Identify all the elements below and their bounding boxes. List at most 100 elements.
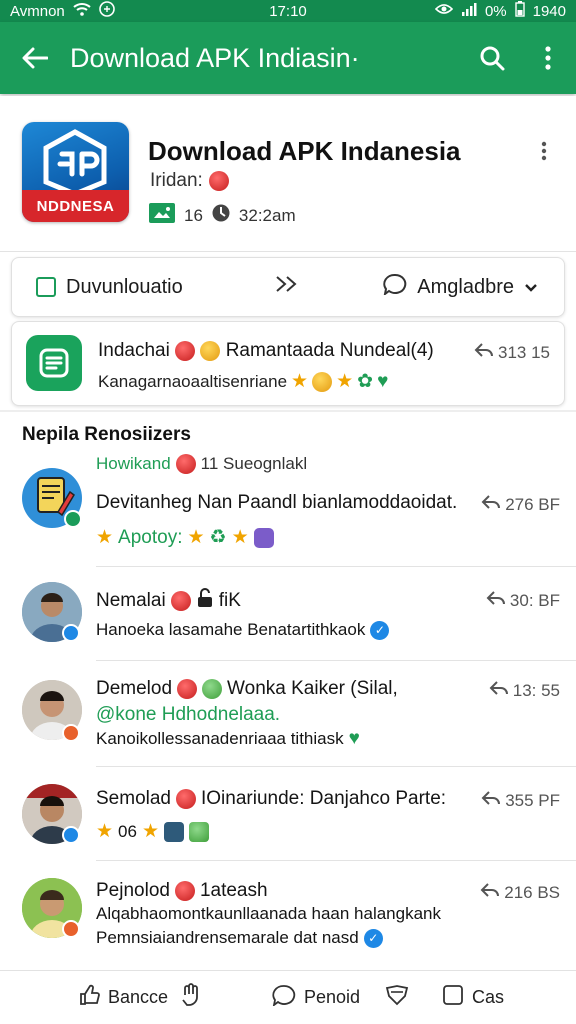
back-arrow-icon[interactable] <box>0 22 70 94</box>
pinned-time: 313 15 <box>474 342 550 363</box>
chevron-down-icon <box>524 276 538 299</box>
item-mention: @kone Hdhodnelaaa. <box>96 704 281 725</box>
item-time: 30: BF <box>486 590 560 611</box>
bottom-toolbar: Bancce Penoid Cas <box>0 970 576 1024</box>
app-bar: Download APK Indiasin· <box>0 22 576 94</box>
bottom-label-2: Penoid <box>304 987 361 1007</box>
item-tag: fiK <box>218 590 241 611</box>
status-clock-right: 1940 <box>532 2 566 20</box>
item-text-body: Pemnsiaiandrensemarale dat nasd <box>96 928 359 947</box>
list-item[interactable]: Howikand 11 Sueognlakl Devitanheg Nan Pa… <box>0 452 576 568</box>
shield-icon <box>385 984 409 1011</box>
more-options-icon[interactable] <box>532 136 556 166</box>
item-top-label: Howikand 11 Sueognlakl <box>96 454 307 474</box>
item-text: Devitanheg Nan Paandl bianlamoddaoidat. <box>96 492 458 513</box>
star-icon: ★ <box>291 371 309 392</box>
angry-emoji-icon <box>208 171 229 191</box>
divider <box>0 251 576 252</box>
people-emoji-icon <box>164 821 185 842</box>
sparkle-icon: ✿ <box>357 371 374 392</box>
angry-emoji-icon <box>176 789 196 809</box>
list-item[interactable]: Nemalai fiK Hanoeka lasamahe Benatartith… <box>0 570 576 662</box>
item-time-text: 216 BS <box>504 882 560 902</box>
angry-emoji-icon <box>170 591 191 611</box>
app-name: Download APK Indanesia <box>148 136 461 166</box>
action-bar: Duvunlouatio Amgladbre <box>11 257 565 317</box>
item-rest: Wonka Kaiker (Silal, <box>227 678 398 699</box>
download-button[interactable]: Duvunlouatio <box>12 258 252 316</box>
double-chevron-icon <box>274 274 300 300</box>
forward-button[interactable] <box>252 258 322 316</box>
list-item[interactable]: Pejnolod 1ateash Alqabhaomontkaunllaanad… <box>0 864 576 970</box>
item-text-body: Hanoeka lasamahe Benatartithkaok <box>96 620 366 639</box>
item-top-name: Howikand <box>96 454 171 473</box>
item-name: Nemalai <box>96 590 166 611</box>
item-text: Hanoeka lasamahe Benatartithkaok ✓ <box>96 620 390 640</box>
app-meta: 16 32:2am <box>148 202 296 229</box>
chat-bubble-icon <box>272 984 296 1011</box>
square-icon <box>442 984 464 1011</box>
reply-icon <box>486 590 506 611</box>
app-subtitle: Iridan: <box>150 170 229 192</box>
star-icon: ★ <box>336 371 354 392</box>
bottom-button-bancce[interactable]: Bancce <box>78 984 168 1011</box>
notification-icon <box>98 1 115 21</box>
item-sub: ★ 06 ★ <box>96 820 210 843</box>
heart-icon: ♥ <box>377 370 389 392</box>
status-badge <box>62 724 80 742</box>
item-name: Pejnolod <box>96 880 170 901</box>
people-emoji-icon <box>189 821 210 842</box>
smile-emoji-icon <box>200 340 221 361</box>
angry-emoji-icon <box>175 454 196 474</box>
angry-emoji-icon <box>177 679 198 699</box>
item-text-2: Pemnsiaiandrensemarale dat nasd ✓ <box>96 928 383 948</box>
item-top-rest: 11 Sueognlakl <box>200 454 308 473</box>
item-text-body: Kanoikollessanadenriaaa tithiask <box>96 729 344 748</box>
list-item[interactable]: Semolad IOinariunde: Danjahco Parte: ★ 0… <box>0 770 576 862</box>
shield-button[interactable] <box>385 984 409 1011</box>
pinned-title: Indachai Ramantaada Nundeal(4) <box>98 340 434 362</box>
divider <box>96 660 576 661</box>
app-bar-title: Download APK Indiasin· <box>70 42 360 73</box>
bottom-button-cas[interactable]: Cas <box>442 984 504 1011</box>
reply-icon <box>474 342 494 363</box>
verified-icon: ✓ <box>363 928 383 948</box>
chat-bubble-icon <box>383 273 407 301</box>
divider <box>96 766 576 767</box>
bottom-label-3: Cas <box>472 987 505 1007</box>
list-item[interactable]: Demelod Wonka Kaiker (Silal, @kone Hdhod… <box>0 664 576 768</box>
carrier-label: Avmnon <box>10 2 65 20</box>
star-icon: ★ <box>96 527 114 548</box>
item-time-text: 13: 55 <box>512 680 560 700</box>
status-badge <box>64 510 82 528</box>
thumbs-up-icon <box>78 984 100 1011</box>
heart-icon: ♥ <box>348 728 360 749</box>
divider <box>96 566 576 567</box>
bottom-label-1: Bancce <box>108 987 169 1007</box>
pinned-title-name: Indachai <box>98 340 170 361</box>
recycle-icon: ♻ <box>209 527 227 548</box>
item-title: Demelod Wonka Kaiker (Silal, <box>96 678 398 700</box>
status-badge <box>62 920 80 938</box>
overflow-menu-icon[interactable] <box>520 22 576 94</box>
reply-icon <box>481 494 501 515</box>
verified-icon: ✓ <box>370 620 390 640</box>
item-time: 216 BS <box>480 882 560 903</box>
pinned-subtitle-text: Kanagarnaoaaltisenriane <box>98 371 288 391</box>
item-time-text: 276 BF <box>505 494 560 514</box>
item-name: Demelod <box>96 678 173 699</box>
pinned-title-rest: Ramantaada Nundeal(4) <box>225 340 434 361</box>
document-icon <box>26 335 82 391</box>
app-subtitle-text: Iridan: <box>150 170 203 191</box>
verified-badge <box>62 624 80 642</box>
language-dropdown[interactable]: Amgladbre <box>383 258 564 316</box>
item-time: 13: 55 <box>489 680 560 701</box>
smile-emoji-icon <box>312 371 333 392</box>
status-bar: Avmnon 17:10 0% 1940 <box>0 0 576 22</box>
hand-button[interactable] <box>180 983 202 1012</box>
hand-icon <box>180 983 202 1012</box>
pinned-message-card[interactable]: Indachai Ramantaada Nundeal(4) Kanagarna… <box>11 321 565 406</box>
search-icon[interactable] <box>464 22 520 94</box>
item-name: Semolad <box>96 788 171 809</box>
bottom-button-penoid[interactable]: Penoid <box>272 984 360 1011</box>
